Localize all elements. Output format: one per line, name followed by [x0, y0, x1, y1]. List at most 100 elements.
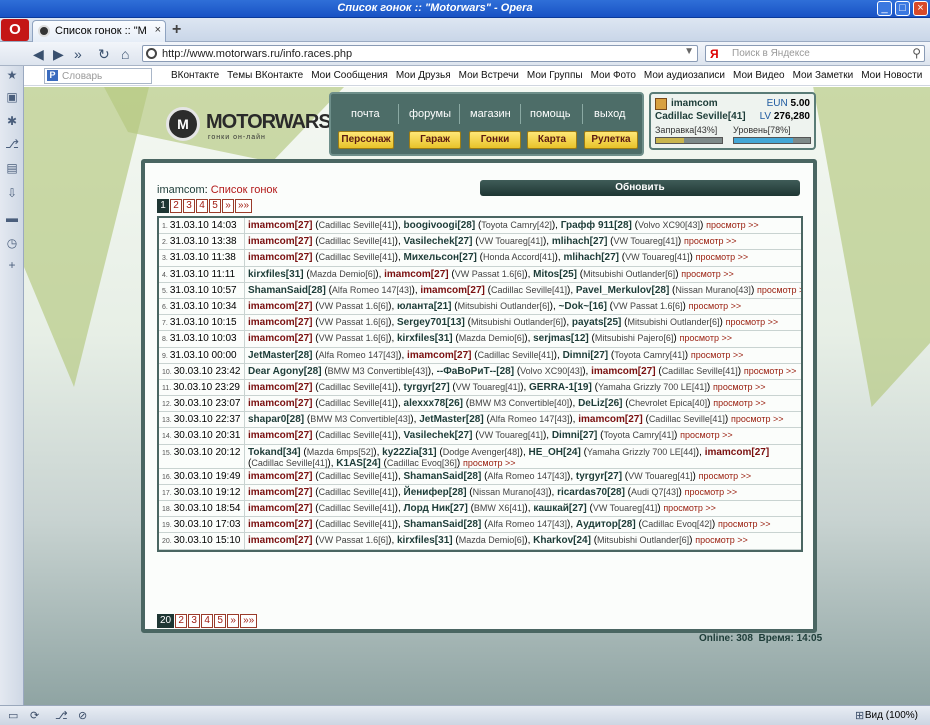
view-race-link[interactable]: просмотр >> — [713, 382, 766, 392]
page-link[interactable]: 20 — [157, 614, 175, 628]
home-icon[interactable]: ⌂ — [121, 46, 129, 62]
fast-forward-icon[interactable]: » — [74, 46, 82, 62]
participant-name[interactable]: imamcom[27] — [248, 333, 312, 344]
participant-name[interactable]: boogivoogi[28] — [404, 220, 476, 231]
participant-name[interactable]: payats[25] — [572, 317, 621, 328]
participant-name[interactable]: ShamanSaid[28] — [404, 519, 482, 530]
participant-name[interactable]: kirxfiles[31] — [248, 269, 304, 280]
view-race-link[interactable]: просмотр >> — [681, 269, 734, 279]
vk-link[interactable]: ВКонтакте — [171, 70, 219, 81]
view-race-link[interactable]: просмотр >> — [706, 220, 759, 230]
view-race-link[interactable]: просмотр >> — [718, 519, 771, 529]
vk-link[interactable]: Мои Группы — [527, 70, 583, 81]
page-link[interactable]: 3 — [183, 199, 195, 213]
participant-name[interactable]: ShamanSaid[28] — [404, 471, 482, 482]
page-link[interactable]: 5 — [214, 614, 227, 628]
participant-name[interactable]: imamcom[27] — [248, 220, 312, 231]
participant-name[interactable]: imamcom[27] — [248, 471, 312, 482]
participant-name[interactable]: tyrgyr[27] — [576, 471, 622, 482]
vk-link[interactable]: Темы ВКонтакте — [227, 70, 303, 81]
page-link[interactable]: 1 — [157, 199, 169, 213]
view-race-link[interactable]: просмотр >> — [463, 458, 516, 468]
participant-name[interactable]: mlihach[27] — [552, 236, 608, 247]
back-icon[interactable]: ◀ — [33, 46, 44, 63]
participant-name[interactable]: JetMaster[28] — [248, 350, 312, 361]
participant-name[interactable]: imamcom[27] — [248, 503, 312, 514]
roulette-button[interactable]: Рулетка — [584, 131, 638, 149]
page-link[interactable]: » — [222, 199, 234, 213]
participant-name[interactable]: shapar0[28] — [248, 414, 304, 425]
participant-name[interactable]: imamcom[27] — [248, 317, 312, 328]
participant-name[interactable]: imamcom[27] — [705, 447, 769, 458]
view-race-link[interactable]: просмотр >> — [695, 535, 748, 545]
view-race-link[interactable]: просмотр >> — [726, 317, 779, 327]
notes-icon[interactable]: ▤ — [5, 161, 19, 175]
participant-name[interactable]: Vasilechek[27] — [404, 236, 473, 247]
crumb-user[interactable]: imamcom — [157, 184, 205, 196]
user-name[interactable]: imamcom — [671, 98, 718, 109]
view-race-link[interactable]: просмотр >> — [713, 398, 766, 408]
participant-name[interactable]: imamcom[27] — [248, 430, 312, 441]
view-race-link[interactable]: просмотр >> — [691, 350, 744, 360]
page-link[interactable]: »» — [240, 614, 258, 628]
unite-icon[interactable]: ⎇ — [55, 709, 68, 722]
links-icon[interactable]: ⎇ — [5, 137, 19, 151]
participant-name[interactable]: imamcom[27] — [248, 398, 312, 409]
participant-name[interactable]: Dimni[27] — [563, 350, 609, 361]
vk-link[interactable]: Мои Друзья — [396, 70, 451, 81]
download-icon[interactable]: ⇩ — [5, 186, 19, 200]
participant-name[interactable]: ky22Zia[31] — [382, 447, 436, 458]
participant-name[interactable]: Kharkov[24] — [533, 535, 591, 546]
menu-help[interactable]: помощь — [530, 108, 571, 120]
minimize-button[interactable]: _ — [877, 1, 892, 16]
history-icon[interactable]: ◷ — [5, 236, 19, 250]
vk-link[interactable]: Мои Заметки — [793, 70, 854, 81]
reload-icon[interactable]: ↻ — [98, 46, 110, 63]
vk-search-input[interactable]: P Словарь — [44, 68, 152, 84]
page-link[interactable]: 5 — [209, 199, 221, 213]
search-icon[interactable]: ⚲ — [912, 46, 921, 60]
menu-exit[interactable]: выход — [594, 108, 625, 120]
view-race-link[interactable]: просмотр >> — [689, 301, 742, 311]
chevron-down-icon[interactable]: ▼ — [684, 46, 694, 57]
participant-name[interactable]: K1AS[24] — [336, 458, 380, 469]
participant-name[interactable]: Михельсон[27] — [404, 252, 477, 263]
tab-close-icon[interactable]: × — [155, 24, 161, 36]
participant-name[interactable]: --ФаВоРиТ--[28] — [437, 366, 514, 377]
view-race-link[interactable]: просмотр >> — [684, 236, 737, 246]
participant-name[interactable]: Йенифер[28] — [404, 487, 467, 498]
sync-icon[interactable]: ⟳ — [30, 709, 39, 722]
maximize-button[interactable]: □ — [895, 1, 910, 16]
opera-menu-button[interactable]: O — [1, 19, 29, 41]
vk-link[interactable]: Мои аудиозаписи — [644, 70, 725, 81]
participant-name[interactable]: tyrgyr[27] — [404, 382, 450, 393]
menu-shop[interactable]: магазин — [470, 108, 511, 120]
participant-name[interactable]: HE_OH[24] — [529, 447, 581, 458]
page-link[interactable]: » — [227, 614, 240, 628]
view-race-link[interactable]: просмотр >> — [685, 487, 738, 497]
garage-button[interactable]: Гараж — [409, 131, 461, 149]
view-race-link[interactable]: просмотр >> — [663, 503, 716, 513]
participant-name[interactable]: Mitos[25] — [533, 269, 577, 280]
participant-name[interactable]: imamcom[27] — [248, 519, 312, 530]
participant-name[interactable]: Dimni[27] — [552, 430, 598, 441]
participant-name[interactable]: Лорд Ник[27] — [404, 503, 468, 514]
view-race-link[interactable]: просмотр >> — [680, 430, 733, 440]
bookmarks-icon[interactable]: ★ — [5, 68, 19, 82]
participant-name[interactable]: imamcom[27] — [248, 382, 312, 393]
zoom-level[interactable]: Вид (100%) — [865, 710, 918, 721]
participant-name[interactable]: imamcom[27] — [578, 414, 642, 425]
participant-name[interactable]: kirxfiles[31] — [397, 333, 453, 344]
close-button[interactable]: × — [913, 1, 928, 16]
gear-icon[interactable]: ✱ — [5, 114, 19, 128]
participant-name[interactable]: юланта[21] — [397, 301, 452, 312]
page-link[interactable]: 2 — [170, 199, 182, 213]
page-link[interactable]: 3 — [188, 614, 201, 628]
participant-name[interactable]: ShamanSaid[28] — [248, 285, 326, 296]
yandex-icon[interactable]: Я — [710, 47, 719, 61]
page-link[interactable]: 4 — [201, 614, 214, 628]
participant-name[interactable]: imamcom[27] — [248, 252, 312, 263]
speed-dial-icon[interactable]: ▣ — [5, 90, 19, 104]
vk-link[interactable]: Мои Встречи — [459, 70, 519, 81]
panel-toggle-icon[interactable]: ▭ — [8, 709, 18, 722]
